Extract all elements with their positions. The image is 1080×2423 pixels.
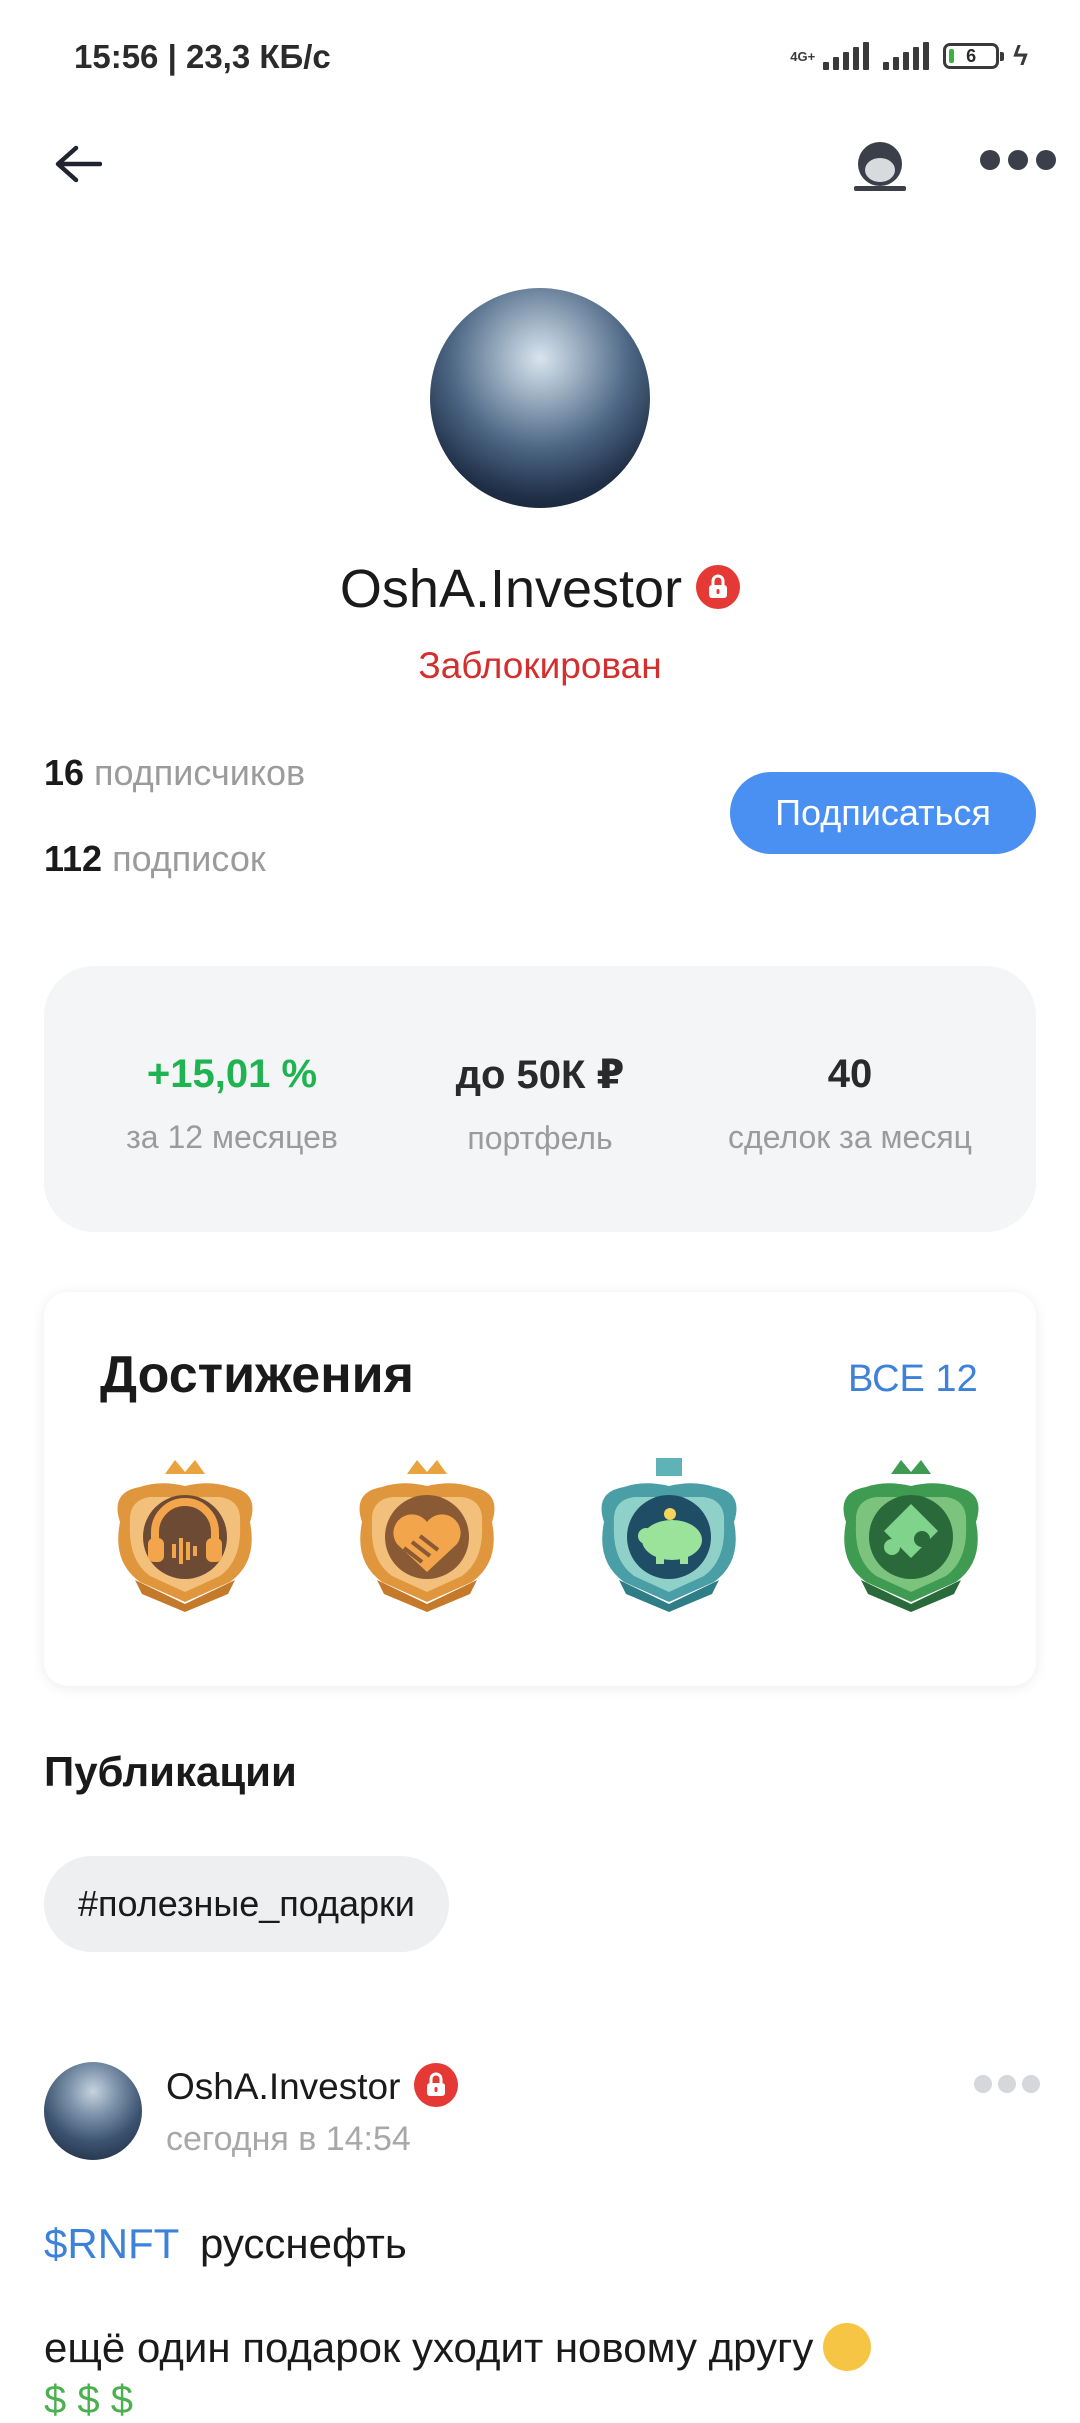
- back-button[interactable]: [50, 136, 106, 192]
- stat-label: сделок за месяц: [728, 1119, 972, 1155]
- share-button[interactable]: [846, 140, 914, 196]
- publications-title: Публикации: [44, 1748, 297, 1795]
- handshake-badge-icon[interactable]: [342, 1452, 512, 1622]
- achievements-all-link[interactable]: ВСЕ 12: [848, 1358, 978, 1401]
- status-icons: 4G+ 6 ϟ: [790, 40, 1028, 72]
- stat-yield: +15,01 % за 12 месяцев: [72, 1052, 392, 1156]
- profile-name-row: OshA.Investor: [0, 558, 1080, 620]
- post-timestamp: сегодня в 14:54: [166, 2120, 411, 2158]
- piggy-bank-badge-icon[interactable]: [584, 1452, 754, 1622]
- stat-value: +15,01 %: [146, 1052, 318, 1096]
- stat-deals: 40 сделок за месяц: [690, 1052, 1010, 1156]
- charging-icon: ϟ: [1013, 40, 1028, 71]
- battery-icon: 6: [943, 43, 1005, 69]
- signal-icon: [883, 42, 930, 70]
- back-arrow-icon: [55, 145, 102, 183]
- company-name: русснефть: [200, 2220, 407, 2267]
- tag-chip[interactable]: #полезные_подарки: [44, 1856, 449, 1952]
- audio-badge-icon[interactable]: [100, 1452, 270, 1622]
- post-text-line2: $ $ $: [44, 2378, 133, 2422]
- following-count[interactable]: 112 подписок: [44, 838, 266, 880]
- avatar: [430, 288, 650, 508]
- smile-emoji-icon: [823, 2322, 872, 2371]
- network-type: 4G+: [790, 48, 816, 64]
- avatar[interactable]: [44, 2062, 142, 2160]
- post-more-icon[interactable]: [974, 2075, 1040, 2093]
- post-author: OshA.Investor: [166, 2066, 401, 2107]
- signal-icon: [823, 42, 870, 70]
- achievements-title: Достижения: [100, 1346, 414, 1404]
- more-icon[interactable]: [980, 150, 1056, 170]
- stat-value: 40: [827, 1052, 873, 1096]
- stat-label: за 12 месяцев: [126, 1119, 338, 1155]
- stat-portfolio: до 50К ₽ портфель: [380, 1052, 700, 1157]
- post-text: ещё один подарок уходит новому другу: [44, 2322, 872, 2375]
- post-author-row[interactable]: OshA.Investor: [166, 2063, 459, 2111]
- portfolio-stats-card: +15,01 % за 12 месяцев до 50К ₽ портфель…: [44, 966, 1036, 1232]
- lock-icon: [696, 564, 741, 609]
- blocked-status: Заблокирован: [418, 645, 662, 686]
- share-icon: [854, 142, 906, 191]
- stat-label: портфель: [467, 1120, 613, 1156]
- puzzle-badge-icon[interactable]: [826, 1452, 996, 1622]
- lock-icon: [414, 2063, 459, 2108]
- ticker-link[interactable]: $RNFT: [44, 2220, 179, 2268]
- profile-name: OshA.Investor: [339, 559, 683, 619]
- subscribe-button[interactable]: Подписаться: [730, 772, 1036, 854]
- stat-value: до 50К ₽: [455, 1053, 625, 1097]
- followers-count[interactable]: 16 подписчиков: [44, 752, 305, 794]
- battery-level: 6: [966, 45, 977, 66]
- status-time: 15:56 | 23,3 КБ/с: [74, 38, 331, 75]
